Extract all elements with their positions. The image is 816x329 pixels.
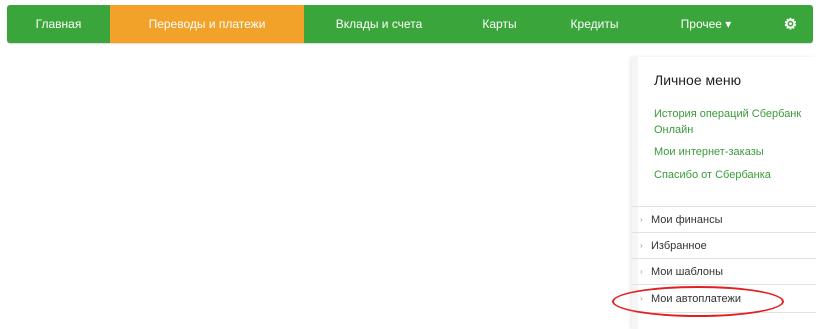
menu-section-label: Избранное (651, 239, 707, 252)
nav-item-transfers-payments[interactable]: Переводы и платежи (110, 5, 304, 43)
nav-item-home[interactable]: Главная (7, 5, 110, 43)
nav-item-other[interactable]: Прочее ▾ (644, 5, 768, 43)
personal-menu-title: Личное меню (654, 72, 742, 88)
chevron-right-icon: › (640, 241, 643, 250)
menu-section-favorites[interactable]: › Избранное (640, 233, 816, 258)
link-operations-history[interactable]: История операций Сбербанк Онлайн (654, 106, 816, 138)
nav-item-deposits-accounts[interactable]: Вклады и счета (304, 5, 454, 43)
nav-item-credits[interactable]: Кредиты (545, 5, 644, 43)
main-navbar: Главная Переводы и платежи Вклады и счет… (7, 5, 813, 43)
nav-item-cards[interactable]: Карты (454, 5, 545, 43)
red-highlight-ellipse (612, 286, 784, 317)
chevron-right-icon: › (640, 215, 643, 224)
divider (632, 284, 816, 285)
link-internet-orders[interactable]: Мои интернет-заказы (654, 144, 816, 160)
gear-icon: ⚙ (783, 16, 798, 33)
menu-section-my-finances[interactable]: › Мои финансы (640, 207, 816, 232)
menu-section-label: Мои шаблоны (651, 265, 723, 278)
chevron-right-icon: › (640, 267, 643, 276)
settings-button[interactable]: ⚙ (768, 5, 813, 43)
menu-section-my-templates[interactable]: › Мои шаблоны (640, 259, 816, 284)
menu-section-label: Мои финансы (651, 213, 723, 226)
link-spasibo[interactable]: Спасибо от Сбербанка (654, 167, 816, 183)
